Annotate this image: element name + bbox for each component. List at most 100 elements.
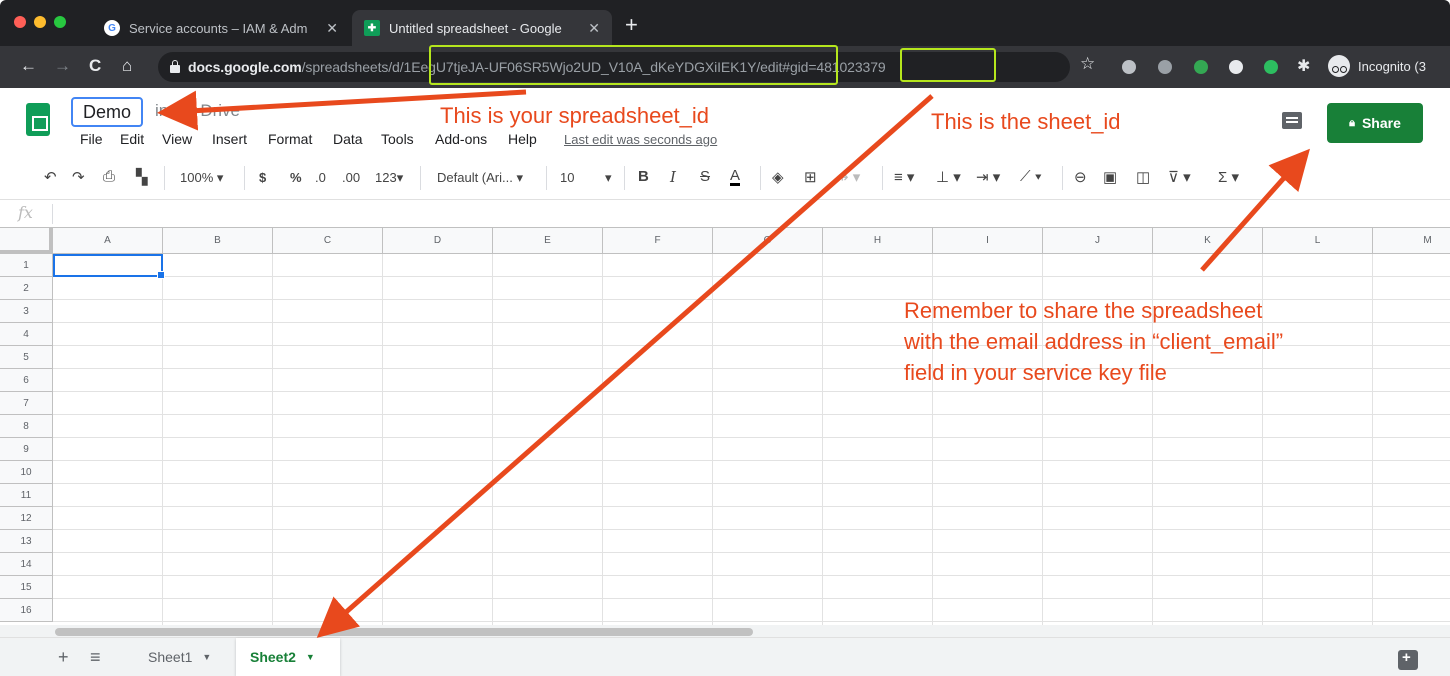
incognito-indicator[interactable]: Incognito (3 — [1328, 55, 1426, 77]
camera-extension-icon[interactable] — [1122, 60, 1136, 74]
sheet-tab-sheet2[interactable]: Sheet2 ▼ — [236, 638, 340, 676]
row-header-16[interactable]: 16 — [0, 599, 53, 622]
row-header-7[interactable]: 7 — [0, 392, 53, 415]
extension-icon[interactable] — [1194, 60, 1208, 74]
column-header-d[interactable]: D — [383, 228, 493, 254]
column-header-c[interactable]: C — [273, 228, 383, 254]
menu-add-ons[interactable]: Add-ons — [435, 131, 487, 147]
select-all-corner[interactable] — [0, 228, 53, 254]
menu-file[interactable]: File — [80, 131, 103, 147]
text-color-button[interactable]: A — [730, 168, 741, 186]
selected-cell-a1[interactable] — [53, 254, 165, 279]
filter-icon[interactable]: ⊽ ▾ — [1168, 168, 1191, 186]
row-header-9[interactable]: 9 — [0, 438, 53, 461]
row-header-13[interactable]: 13 — [0, 530, 53, 553]
row-header-15[interactable]: 15 — [0, 576, 53, 599]
folder-location[interactable]: in My Drive — [155, 101, 240, 121]
column-header-e[interactable]: E — [493, 228, 603, 254]
zoom-select[interactable]: 100% ▾ — [180, 170, 223, 186]
strikethrough-button[interactable]: S — [700, 168, 710, 185]
row-header-6[interactable]: 6 — [0, 369, 53, 392]
menu-tools[interactable]: Tools — [381, 131, 414, 147]
menu-edit[interactable]: Edit — [120, 131, 144, 147]
add-sheet-button[interactable]: + — [58, 648, 69, 666]
more-formats-select[interactable]: 123▾ — [375, 170, 403, 186]
spreadsheet-grid[interactable]: ABCDEFGHIJKLM 1 2 3 4 5 6 7 8 9 10 11 12 13 14 15 16 — [0, 228, 1450, 625]
menu-data[interactable]: Data — [333, 131, 363, 147]
font-size-select[interactable]: 10 — [560, 170, 574, 185]
column-header-a[interactable]: A — [53, 228, 163, 254]
back-arrow-icon[interactable]: ← — [20, 56, 37, 76]
row-header-14[interactable]: 14 — [0, 553, 53, 576]
row-header-1[interactable]: 1 — [0, 254, 53, 277]
sheet-tab-sheet1[interactable]: Sheet1 ▼ — [134, 638, 234, 676]
extension-icon[interactable] — [1229, 60, 1243, 74]
decrease-decimal-button[interactable]: .0 — [315, 170, 326, 185]
text-rotation-icon[interactable]: ⟋ ▾ — [1020, 168, 1042, 185]
row-header-8[interactable]: 8 — [0, 415, 53, 438]
reload-icon[interactable]: C — [89, 56, 101, 76]
font-size-dropdown-icon[interactable]: ▾ — [605, 170, 612, 186]
increase-decimal-button[interactable]: .00 — [342, 170, 360, 185]
minimize-window-button[interactable] — [34, 16, 46, 28]
row-header-4[interactable]: 4 — [0, 323, 53, 346]
column-header-f[interactable]: F — [603, 228, 713, 254]
browser-tab-service-accounts[interactable]: G Service accounts – IAM & Adm ✕ — [92, 10, 350, 46]
bookmark-star-icon[interactable]: ☆ — [1080, 54, 1095, 74]
row-header-5[interactable]: 5 — [0, 346, 53, 369]
vertical-align-icon[interactable]: ⊥ ▾ — [936, 168, 961, 186]
column-header-g[interactable]: G — [713, 228, 823, 254]
font-family-select[interactable]: Default (Ari... ▾ — [437, 170, 523, 186]
menu-insert[interactable]: Insert — [212, 131, 247, 147]
insert-comment-icon[interactable]: ▣ — [1103, 168, 1117, 186]
sheets-logo-icon[interactable] — [26, 103, 50, 136]
forward-arrow-icon[interactable]: → — [54, 56, 71, 76]
column-header-h[interactable]: H — [823, 228, 933, 254]
column-header-k[interactable]: K — [1153, 228, 1263, 254]
print-icon[interactable]: ⎙ — [103, 168, 115, 185]
functions-button[interactable]: Σ ▾ — [1218, 168, 1239, 186]
row-header-12[interactable]: 12 — [0, 507, 53, 530]
puzzle-icon[interactable]: ✱ — [1297, 56, 1310, 76]
explore-icon[interactable] — [1398, 649, 1418, 670]
evernote-icon[interactable] — [1264, 60, 1278, 74]
percent-format-button[interactable]: % — [290, 170, 302, 185]
borders-icon[interactable]: ⊞ — [804, 168, 817, 186]
currency-format-button[interactable]: $ — [259, 170, 266, 185]
merge-cells-icon[interactable]: ⇹ ▾ — [836, 168, 860, 186]
share-button[interactable]: 🔒︎ Share — [1327, 103, 1423, 143]
column-header-m[interactable]: M — [1373, 228, 1450, 254]
undo-icon[interactable]: ↶ — [44, 168, 57, 186]
text-wrap-icon[interactable]: ⇥ ▾ — [976, 168, 1000, 186]
home-icon[interactable]: ⌂ — [122, 56, 132, 76]
last-edit-link[interactable]: Last edit was seconds ago — [564, 132, 717, 147]
redo-icon[interactable]: ↷ — [72, 168, 85, 186]
column-header-l[interactable]: L — [1263, 228, 1373, 254]
row-header-3[interactable]: 3 — [0, 300, 53, 323]
close-tab-icon[interactable]: ✕ — [588, 20, 600, 37]
menu-view[interactable]: View — [162, 131, 192, 147]
new-tab-button[interactable]: + — [625, 14, 638, 36]
chevron-down-icon[interactable]: ▼ — [306, 652, 315, 662]
bold-button[interactable]: B — [638, 168, 649, 185]
all-sheets-menu-icon[interactable]: ≡ — [90, 648, 101, 666]
insert-chart-icon[interactable]: ◫ — [1136, 168, 1150, 186]
row-header-2[interactable]: 2 — [0, 277, 53, 300]
menu-help[interactable]: Help — [508, 131, 537, 147]
row-header-11[interactable]: 11 — [0, 484, 53, 507]
paint-format-icon[interactable]: ▚ — [136, 168, 148, 186]
column-header-b[interactable]: B — [163, 228, 273, 254]
maximize-window-button[interactable] — [54, 16, 66, 28]
italic-button[interactable]: I — [670, 168, 676, 186]
column-header-j[interactable]: J — [1043, 228, 1153, 254]
horizontal-align-icon[interactable]: ≡ ▾ — [894, 168, 914, 186]
horizontal-scrollbar-thumb[interactable] — [55, 628, 753, 636]
insert-link-icon[interactable]: ⊖ — [1074, 168, 1087, 186]
fill-color-icon[interactable]: ◈ — [772, 168, 784, 186]
chevron-down-icon[interactable]: ▼ — [202, 652, 211, 662]
comment-history-icon[interactable] — [1282, 112, 1302, 129]
column-header-i[interactable]: I — [933, 228, 1043, 254]
row-header-10[interactable]: 10 — [0, 461, 53, 484]
document-title-input[interactable]: Demo — [71, 97, 144, 127]
close-window-button[interactable] — [14, 16, 26, 28]
